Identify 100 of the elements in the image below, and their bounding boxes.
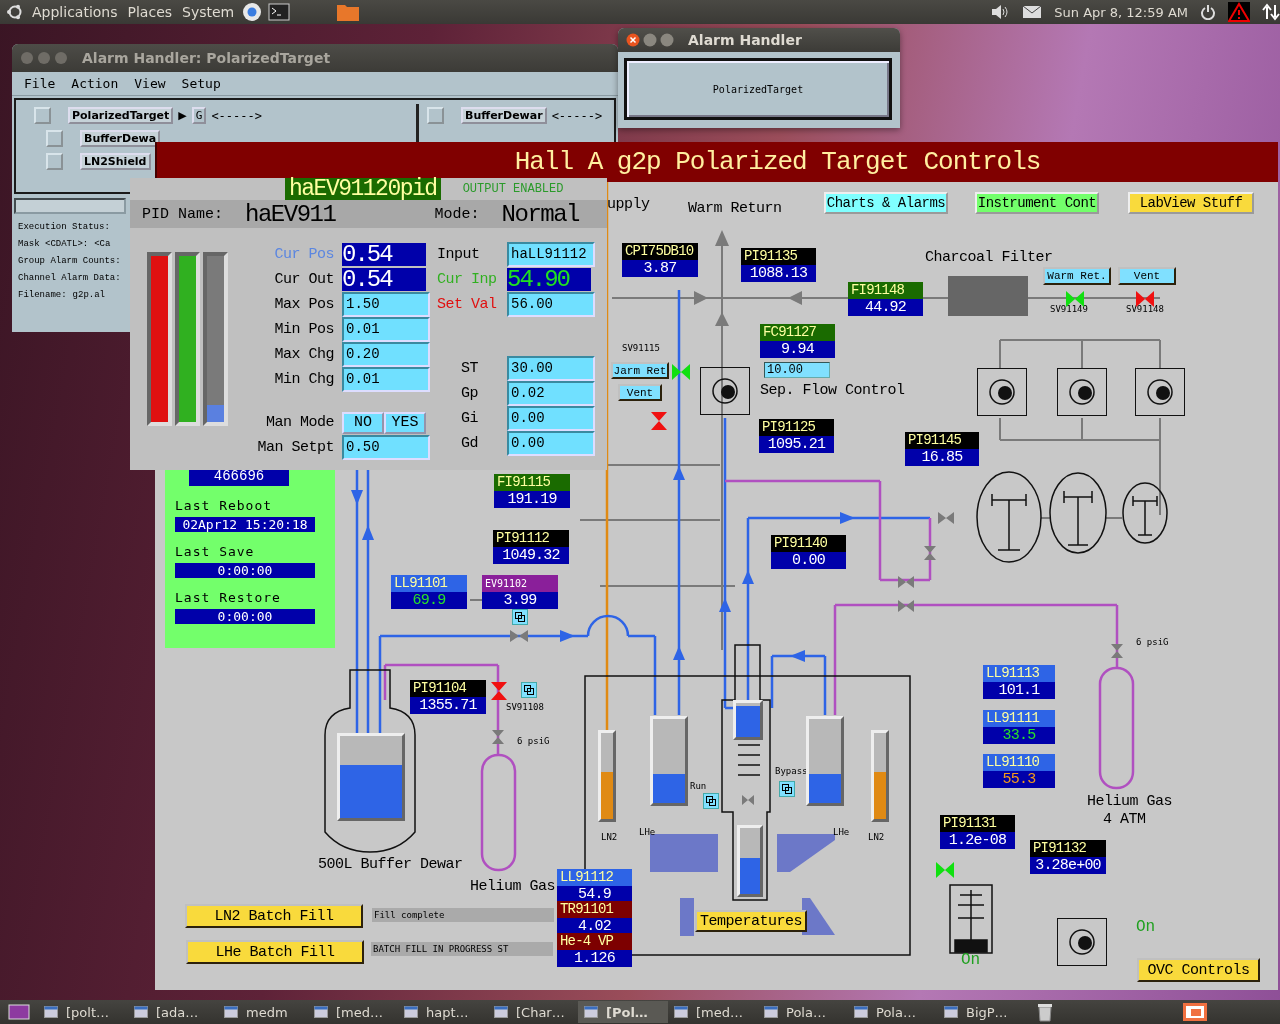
alarm-group-button[interactable]: PolarizedTarget xyxy=(624,58,892,120)
control-button[interactable]: OVC Controls xyxy=(1137,958,1260,982)
status-label: Mask <CDATL>: xyxy=(18,239,89,249)
taskbar-item[interactable]: Pola… xyxy=(758,1001,848,1023)
browser-icon[interactable] xyxy=(242,2,263,22)
parameter-label: Gp xyxy=(460,385,479,402)
parameter-label: Man Mode xyxy=(265,414,335,431)
group-button[interactable]: PolarizedTarget xyxy=(68,107,174,124)
scrollbar[interactable] xyxy=(14,198,126,214)
tag-name: PI91140 xyxy=(771,535,846,552)
flow-arrow-icon xyxy=(694,291,708,305)
alarm-checkbox[interactable] xyxy=(34,107,51,124)
taskbar-item[interactable]: [polt… xyxy=(38,1001,128,1023)
taskbar-item[interactable]: [ada… xyxy=(128,1001,218,1023)
guidance-button[interactable]: G xyxy=(191,107,207,124)
menu-item[interactable]: Action xyxy=(71,76,119,91)
maximize-icon[interactable] xyxy=(660,33,674,47)
clock[interactable]: Sun Apr 8, 12:59 AM xyxy=(1054,4,1188,20)
alarm-checkbox[interactable] xyxy=(427,107,444,124)
component-label: SV91115 xyxy=(622,343,660,353)
status-label: Channel Alarm Data: xyxy=(18,273,121,283)
power-icon[interactable] xyxy=(1200,4,1216,20)
parameter-field[interactable]: 0.01 xyxy=(342,367,430,392)
pump-icon xyxy=(1135,368,1185,416)
control-button[interactable]: LHe Batch Fill xyxy=(186,940,364,964)
taskbar-item[interactable]: hapt… xyxy=(398,1001,488,1023)
parameter-field[interactable]: 0.50 xyxy=(342,435,430,460)
control-button[interactable]: Warm Ret. xyxy=(1043,267,1111,285)
diagram-label: upply xyxy=(607,196,650,213)
window-icon xyxy=(314,1006,328,1018)
setpoint-field[interactable]: 10.00 xyxy=(764,362,830,378)
warning-icon[interactable] xyxy=(1228,2,1250,22)
tag-name: LL91112 xyxy=(557,869,632,886)
taskbar-item[interactable]: Pola… xyxy=(848,1001,938,1023)
component-label: Run xyxy=(690,781,707,791)
taskbar-item[interactable]: [med… xyxy=(668,1001,758,1023)
taskbar-item[interactable]: [med… xyxy=(308,1001,398,1023)
readout-value: 55.3 xyxy=(983,771,1055,788)
control-button[interactable]: Vent xyxy=(618,384,662,401)
taskbar-item[interactable]: medm xyxy=(218,1001,308,1023)
parameter-field[interactable]: 30.00 xyxy=(507,356,595,381)
menu-item[interactable]: File xyxy=(24,76,56,91)
ubuntu-logo-icon[interactable] xyxy=(6,3,24,21)
readout-value: 1.2e-08 xyxy=(940,832,1015,849)
panel-menu[interactable]: System xyxy=(180,4,237,20)
parameter-field[interactable]: 0.01 xyxy=(342,317,430,342)
component-label: SV91108 xyxy=(506,702,544,712)
navigation-button[interactable]: Instrument Cont xyxy=(975,192,1099,214)
parameter-field[interactable]: 56.00 xyxy=(507,292,595,317)
compressor-icon xyxy=(976,471,1042,563)
menu-item[interactable]: Setup xyxy=(181,76,221,91)
valve-icon[interactable] xyxy=(672,363,690,381)
workspace-switcher-icon[interactable] xyxy=(1182,1002,1208,1022)
expand-arrow[interactable]: ▶ xyxy=(178,109,187,122)
folder-icon[interactable] xyxy=(336,2,361,22)
info-value: 0:00:00 xyxy=(175,563,315,578)
navigation-button[interactable]: Charts & Alarms xyxy=(824,192,948,214)
parameter-field[interactable]: 0.20 xyxy=(342,342,430,367)
speaker-icon[interactable] xyxy=(990,4,1011,20)
window-icon xyxy=(944,1006,958,1018)
trash-icon[interactable] xyxy=(1036,1002,1054,1022)
control-button[interactable]: Jarm Ret xyxy=(611,362,669,379)
control-button[interactable]: Vent xyxy=(1118,267,1176,285)
navigation-button[interactable]: LabView Stuff xyxy=(1128,192,1254,214)
group-button[interactable]: BufferDewa xyxy=(80,130,161,147)
group-button[interactable]: LN2Shield xyxy=(80,153,151,170)
related-display-button[interactable] xyxy=(779,781,795,797)
flow-arrow-icon xyxy=(719,598,731,612)
alarm-checkbox[interactable] xyxy=(46,153,63,170)
valve-icon xyxy=(898,576,914,588)
close-icon[interactable] xyxy=(626,33,640,47)
parameter-field[interactable]: 0.00 xyxy=(507,406,595,431)
mail-icon[interactable] xyxy=(1022,5,1043,19)
panel-menu[interactable]: Applications xyxy=(30,4,120,20)
alarm-checkbox[interactable] xyxy=(46,130,63,147)
parameter-label: Gi xyxy=(460,410,479,427)
taskbar-item[interactable]: [Pol… xyxy=(578,1001,668,1023)
control-button[interactable]: LN2 Batch Fill xyxy=(185,904,363,928)
transfer-arrows-icon[interactable] xyxy=(1262,3,1280,21)
menu-item[interactable]: View xyxy=(134,76,166,91)
parameter-field[interactable]: 0.02 xyxy=(507,381,595,406)
taskbar-item[interactable]: BigP… xyxy=(938,1001,1028,1023)
parameter-field[interactable]: 0.00 xyxy=(507,431,595,456)
diagram-label: Helium Gas xyxy=(470,878,555,895)
mode-button[interactable]: NO xyxy=(342,411,384,434)
show-desktop-icon[interactable] xyxy=(8,1003,30,1021)
group-button[interactable]: BufferDewar xyxy=(461,107,547,124)
panel-menu[interactable]: Places xyxy=(125,4,175,20)
component-label: LHe xyxy=(833,827,850,837)
flow-arrow-icon xyxy=(560,630,575,642)
control-button[interactable]: Temperatures xyxy=(695,910,807,932)
info-value: 02Apr12 15:20:18 xyxy=(175,517,315,532)
related-display-button[interactable] xyxy=(703,793,719,809)
related-display-button[interactable] xyxy=(521,682,537,698)
terminal-icon[interactable] xyxy=(268,3,291,21)
related-display-button[interactable] xyxy=(512,609,528,625)
parameter-field[interactable]: haLL91112 xyxy=(507,242,595,267)
taskbar-item[interactable]: [Char… xyxy=(488,1001,578,1023)
mode-button[interactable]: YES xyxy=(384,411,426,434)
parameter-field[interactable]: 1.50 xyxy=(342,292,430,317)
